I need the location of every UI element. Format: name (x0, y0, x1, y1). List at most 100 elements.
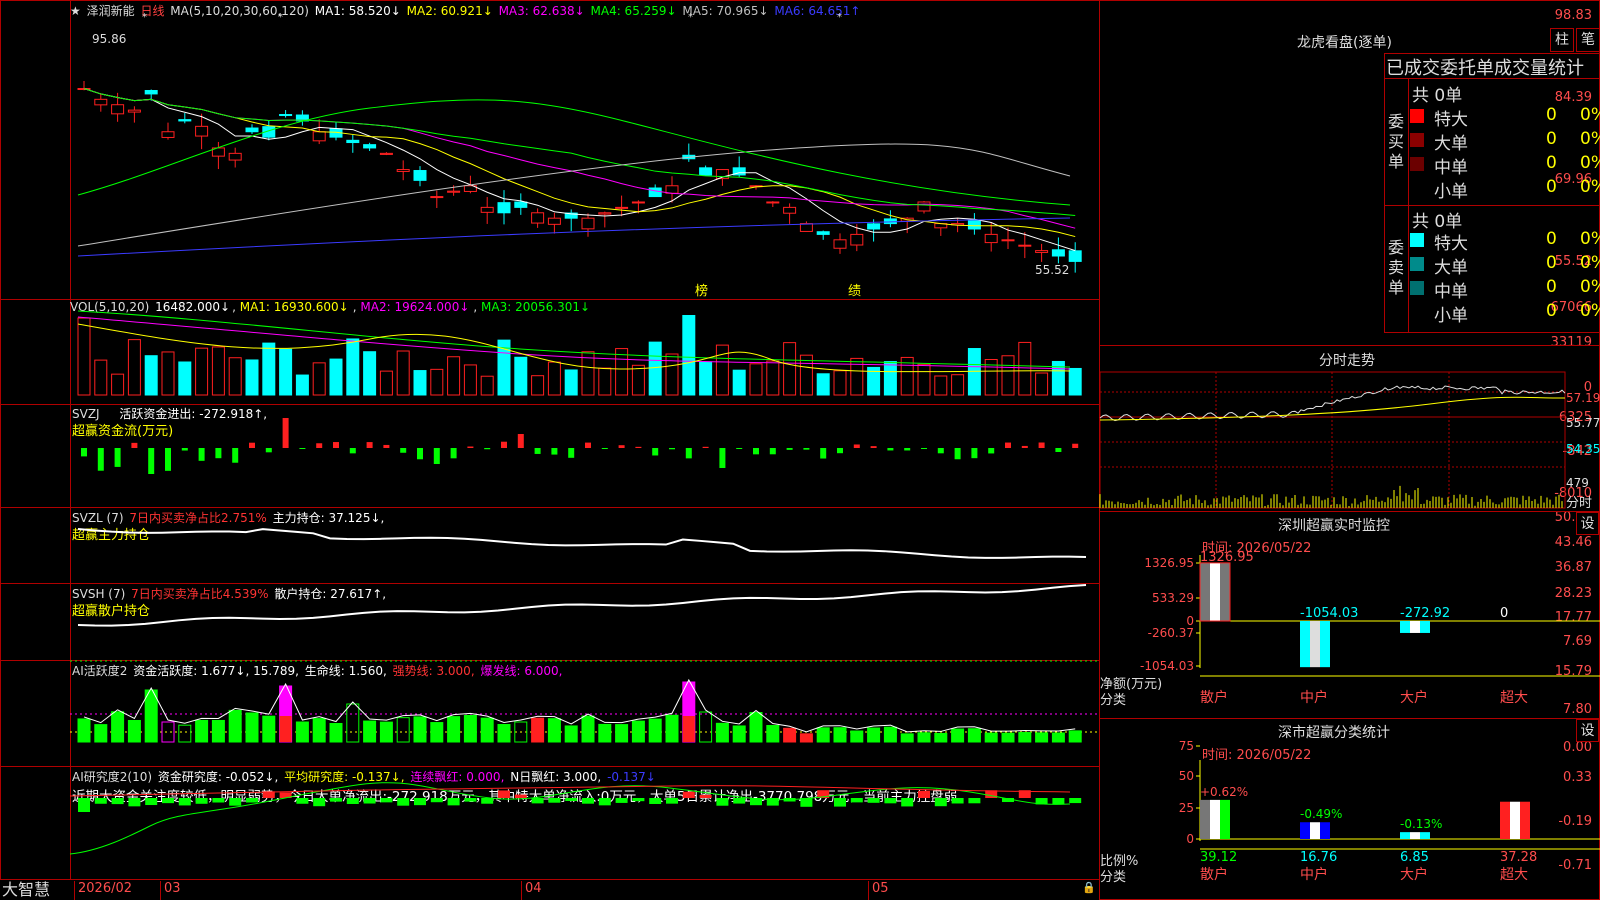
activity-bar (531, 717, 545, 743)
research-bar (128, 798, 141, 807)
flow-bar (904, 448, 911, 451)
activity-bar (917, 732, 931, 743)
vol-bar (648, 341, 662, 396)
svsh-chart[interactable] (70, 583, 1100, 661)
vol-bar (531, 375, 545, 396)
research-bar (195, 798, 208, 804)
vol-bar (715, 344, 729, 396)
activity-bar (615, 724, 629, 743)
vol-bar (1018, 341, 1032, 396)
activity-bar (363, 720, 377, 743)
chart-tick-label: -1054.03 (1140, 659, 1194, 673)
sz-class-settings-button[interactable]: 设 (1576, 719, 1599, 742)
research-bar (111, 798, 124, 805)
activity-bar (1018, 732, 1032, 743)
research-bar (145, 798, 158, 806)
vol-bar (77, 317, 91, 396)
vol-bar (295, 374, 309, 396)
lhb-line (1384, 53, 1385, 333)
vol-bar (178, 361, 192, 396)
flow-bar (383, 444, 390, 448)
candle-body (1001, 239, 1015, 242)
flow-bar (81, 448, 87, 457)
x-axis-date: 03 (164, 881, 181, 896)
order-name: 小单 (1434, 306, 1468, 326)
bar-value-label: 1326.95 (1200, 550, 1254, 565)
lock-icon[interactable]: 🔒 (1082, 881, 1096, 894)
flow-bar (568, 448, 575, 458)
activity-bar (497, 724, 511, 743)
research-bar (850, 798, 863, 803)
order-p: 0% (1580, 253, 1600, 273)
flow-bar (450, 448, 457, 459)
order-v: 0 (1546, 105, 1557, 125)
candle-body (312, 131, 326, 142)
vol-bar (144, 355, 158, 396)
activity-bar (178, 724, 192, 743)
candle-body (917, 201, 931, 212)
candle-body (228, 152, 242, 161)
x-axis-date: 2026/02 (78, 881, 133, 896)
kline-chart[interactable]: * * * * (70, 0, 1100, 300)
order-row-sell: 小单 0 0% (1410, 301, 1600, 326)
vol-bar (783, 342, 797, 396)
sz-monitor-settings-button[interactable]: 设 (1576, 512, 1599, 535)
fenshi-title: 分时走势 (1319, 353, 1375, 369)
fenshi-tick-low: 54.35 (1566, 442, 1600, 456)
tick-view-button[interactable]: 笔 (1576, 28, 1600, 52)
svzl-chart[interactable] (70, 507, 1100, 584)
vol-bar (379, 370, 393, 396)
bar-value-label: 16.76 (1300, 850, 1337, 865)
event-star-icon: * (688, 12, 693, 23)
activity-bar (699, 711, 713, 743)
flow-bar (501, 441, 507, 448)
candle-body (967, 219, 981, 230)
svzj-chart[interactable] (70, 404, 1100, 508)
fenshi-chart[interactable] (1099, 371, 1600, 512)
color-swatch (1410, 133, 1424, 147)
color-swatch (1410, 257, 1424, 271)
activity-bar (379, 721, 393, 743)
vol-bar (329, 358, 343, 396)
bar-value-label: -1054.03 (1300, 606, 1358, 621)
ai1-chart[interactable] (70, 660, 1100, 767)
sell-orders-label: 委卖单 (1387, 238, 1404, 297)
activity-bar (346, 703, 360, 743)
chart-tick-label: 25 (1179, 801, 1194, 815)
ma5-line (77, 143, 1071, 247)
activity-bar (967, 728, 981, 743)
bar-seg (1300, 822, 1310, 839)
research-bar (397, 798, 410, 806)
flow-bar (265, 448, 272, 453)
flow-bar (753, 448, 759, 455)
flow-bar (467, 446, 474, 448)
vol-bar (833, 370, 847, 396)
flow-bar (585, 442, 591, 448)
lhb-header: 已成交委托单成交量统计 (1386, 58, 1584, 79)
candle-body (497, 202, 511, 214)
activity-bar (648, 718, 662, 743)
candle-body (94, 98, 108, 106)
bar-seg (1420, 621, 1430, 633)
bar-seg (1300, 621, 1310, 668)
ji-marker[interactable]: 绩 (848, 280, 861, 299)
ai2-chart[interactable] (69, 766, 1100, 880)
order-p: 0% (1580, 277, 1600, 297)
column-view-button[interactable]: 柱 (1550, 28, 1574, 52)
order-name: 特大 (1434, 234, 1468, 254)
flow-bar (400, 448, 407, 453)
candle-body (379, 152, 393, 155)
low-price-label: 55.52 (1035, 263, 1070, 277)
research-bar (346, 798, 359, 804)
bar-seg (1220, 562, 1230, 621)
sz-monitor-title: 深圳超赢实时监控 (1278, 518, 1390, 534)
vol-chart[interactable] (70, 299, 1100, 405)
bar-value-label: 39.12 (1200, 850, 1237, 865)
buy-total: 共 0单 (1412, 86, 1463, 106)
flow-bar (282, 418, 289, 448)
flow-bar (433, 448, 440, 464)
bang-marker[interactable]: 榜 (695, 280, 708, 299)
order-name: 大单 (1434, 134, 1468, 154)
x-axis-date: 05 (872, 881, 889, 896)
candle-body (984, 233, 998, 244)
